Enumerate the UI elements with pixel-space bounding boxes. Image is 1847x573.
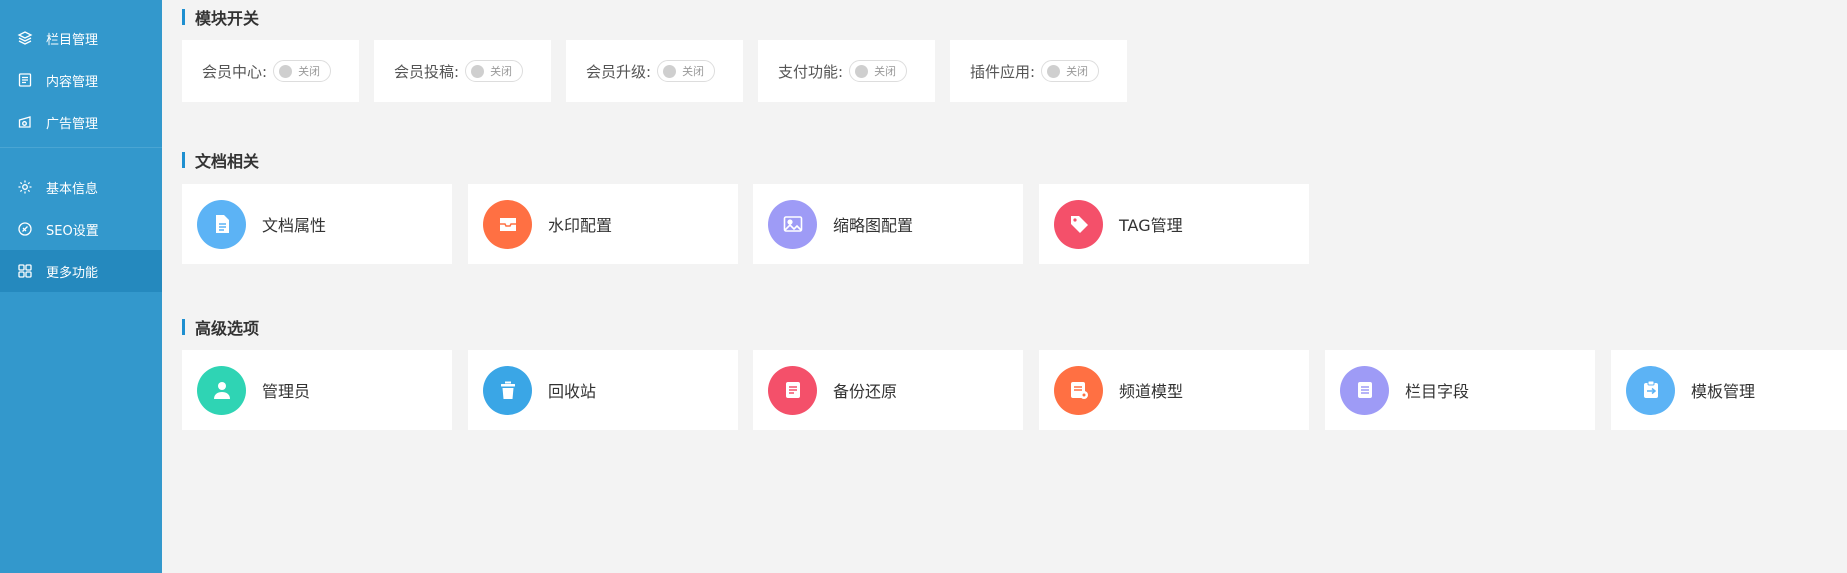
tile-template-management[interactable]: 模板管理 xyxy=(1611,350,1847,430)
tile-label: 频道模型 xyxy=(1119,382,1184,401)
sidebar-item-column-management[interactable]: 栏目管理 xyxy=(0,17,162,59)
list-icon xyxy=(1340,365,1389,415)
plugins-toggle[interactable]: 关闭 xyxy=(1041,60,1100,82)
sidebar: 栏目管理 内容管理 广告管理 基本信息 SEO设置 更多功能 xyxy=(0,0,162,573)
sidebar-item-more-features[interactable]: 更多功能 xyxy=(0,250,162,292)
tile-recycle-bin[interactable]: 回收站 xyxy=(468,350,738,430)
main-content: 模块开关 会员中心: 关闭 会员投稿: 关闭 会员升级: 关闭 支付功能: 关闭… xyxy=(162,0,1847,573)
toggle-state: 关闭 xyxy=(490,65,513,78)
switch-label: 插件应用: xyxy=(970,62,1036,81)
toggle-knob xyxy=(663,65,677,78)
document-icon xyxy=(17,72,33,88)
tile-label: 回收站 xyxy=(548,382,597,401)
tile-document-properties[interactable]: 文档属性 xyxy=(182,184,452,264)
trash-icon xyxy=(483,365,532,415)
layers-icon xyxy=(17,30,33,46)
switch-label: 支付功能: xyxy=(778,62,844,81)
sidebar-item-label: 栏目管理 xyxy=(46,32,99,48)
inbox-icon xyxy=(483,199,532,249)
toggle-state: 关闭 xyxy=(874,65,897,78)
tile-watermark-config[interactable]: 水印配置 xyxy=(468,184,738,264)
switch-label: 会员投稿: xyxy=(394,62,460,81)
sidebar-item-label: 广告管理 xyxy=(46,116,99,132)
tile-thumbnail-config[interactable]: 缩略图配置 xyxy=(753,184,1023,264)
clipboard-icon xyxy=(1626,365,1675,415)
section-title-modules: 模块开关 xyxy=(182,5,259,29)
sidebar-item-ad-management[interactable]: 广告管理 xyxy=(0,101,162,143)
sidebar-item-content-management[interactable]: 内容管理 xyxy=(0,59,162,101)
switch-card-plugins: 插件应用: 关闭 xyxy=(950,40,1127,102)
tile-channel-model[interactable]: 频道模型 xyxy=(1039,350,1309,430)
tile-backup-restore[interactable]: 备份还原 xyxy=(753,350,1023,430)
tile-tag-management[interactable]: TAG管理 xyxy=(1039,184,1309,264)
sidebar-item-label: 更多功能 xyxy=(46,265,99,281)
switch-label: 会员升级: xyxy=(586,62,652,81)
gear-icon xyxy=(17,179,33,195)
grid-icon xyxy=(17,263,33,279)
section-title-advanced: 高级选项 xyxy=(182,315,259,339)
tile-label: 模板管理 xyxy=(1691,382,1756,401)
toggle-knob xyxy=(855,65,869,78)
switch-card-member-upgrade: 会员升级: 关闭 xyxy=(566,40,743,102)
tile-administrators[interactable]: 管理员 xyxy=(182,350,452,430)
toggle-state: 关闭 xyxy=(298,65,321,78)
sidebar-group-settings: 基本信息 SEO设置 更多功能 xyxy=(0,147,162,292)
member-center-toggle[interactable]: 关闭 xyxy=(273,60,332,82)
tile-column-fields[interactable]: 栏目字段 xyxy=(1325,350,1595,430)
switch-label: 会员中心: xyxy=(202,62,268,81)
tile-label: TAG管理 xyxy=(1119,216,1183,235)
payment-toggle[interactable]: 关闭 xyxy=(849,60,908,82)
toggle-knob xyxy=(279,65,293,78)
toggle-state: 关闭 xyxy=(1066,65,1089,78)
sidebar-group-content: 栏目管理 内容管理 广告管理 xyxy=(0,0,162,143)
section-title-docs: 文档相关 xyxy=(182,148,259,172)
toggle-knob xyxy=(1047,65,1061,78)
file-icon xyxy=(197,199,246,249)
tile-label: 缩略图配置 xyxy=(833,216,914,235)
toggle-knob xyxy=(471,65,485,78)
seo-icon xyxy=(17,221,33,237)
sidebar-item-label: SEO设置 xyxy=(46,223,99,239)
tile-label: 备份还原 xyxy=(833,382,898,401)
sidebar-item-label: 内容管理 xyxy=(46,74,99,90)
sidebar-item-label: 基本信息 xyxy=(46,181,99,197)
tile-label: 水印配置 xyxy=(548,216,613,235)
ad-icon xyxy=(17,114,33,130)
tag-icon xyxy=(1054,199,1103,249)
tile-label: 管理员 xyxy=(262,382,311,401)
toggle-state: 关闭 xyxy=(682,65,705,78)
sidebar-item-basic-info[interactable]: 基本信息 xyxy=(0,166,162,208)
switch-card-member-center: 会员中心: 关闭 xyxy=(182,40,359,102)
image-icon xyxy=(768,199,817,249)
switch-card-payment: 支付功能: 关闭 xyxy=(758,40,935,102)
tile-label: 文档属性 xyxy=(262,216,327,235)
backup-icon xyxy=(768,365,817,415)
model-icon xyxy=(1054,365,1103,415)
tile-label: 栏目字段 xyxy=(1405,382,1470,401)
admin-icon xyxy=(197,365,246,415)
sidebar-item-seo-settings[interactable]: SEO设置 xyxy=(0,208,162,250)
member-submission-toggle[interactable]: 关闭 xyxy=(465,60,524,82)
switch-card-member-submission: 会员投稿: 关闭 xyxy=(374,40,551,102)
member-upgrade-toggle[interactable]: 关闭 xyxy=(657,60,716,82)
